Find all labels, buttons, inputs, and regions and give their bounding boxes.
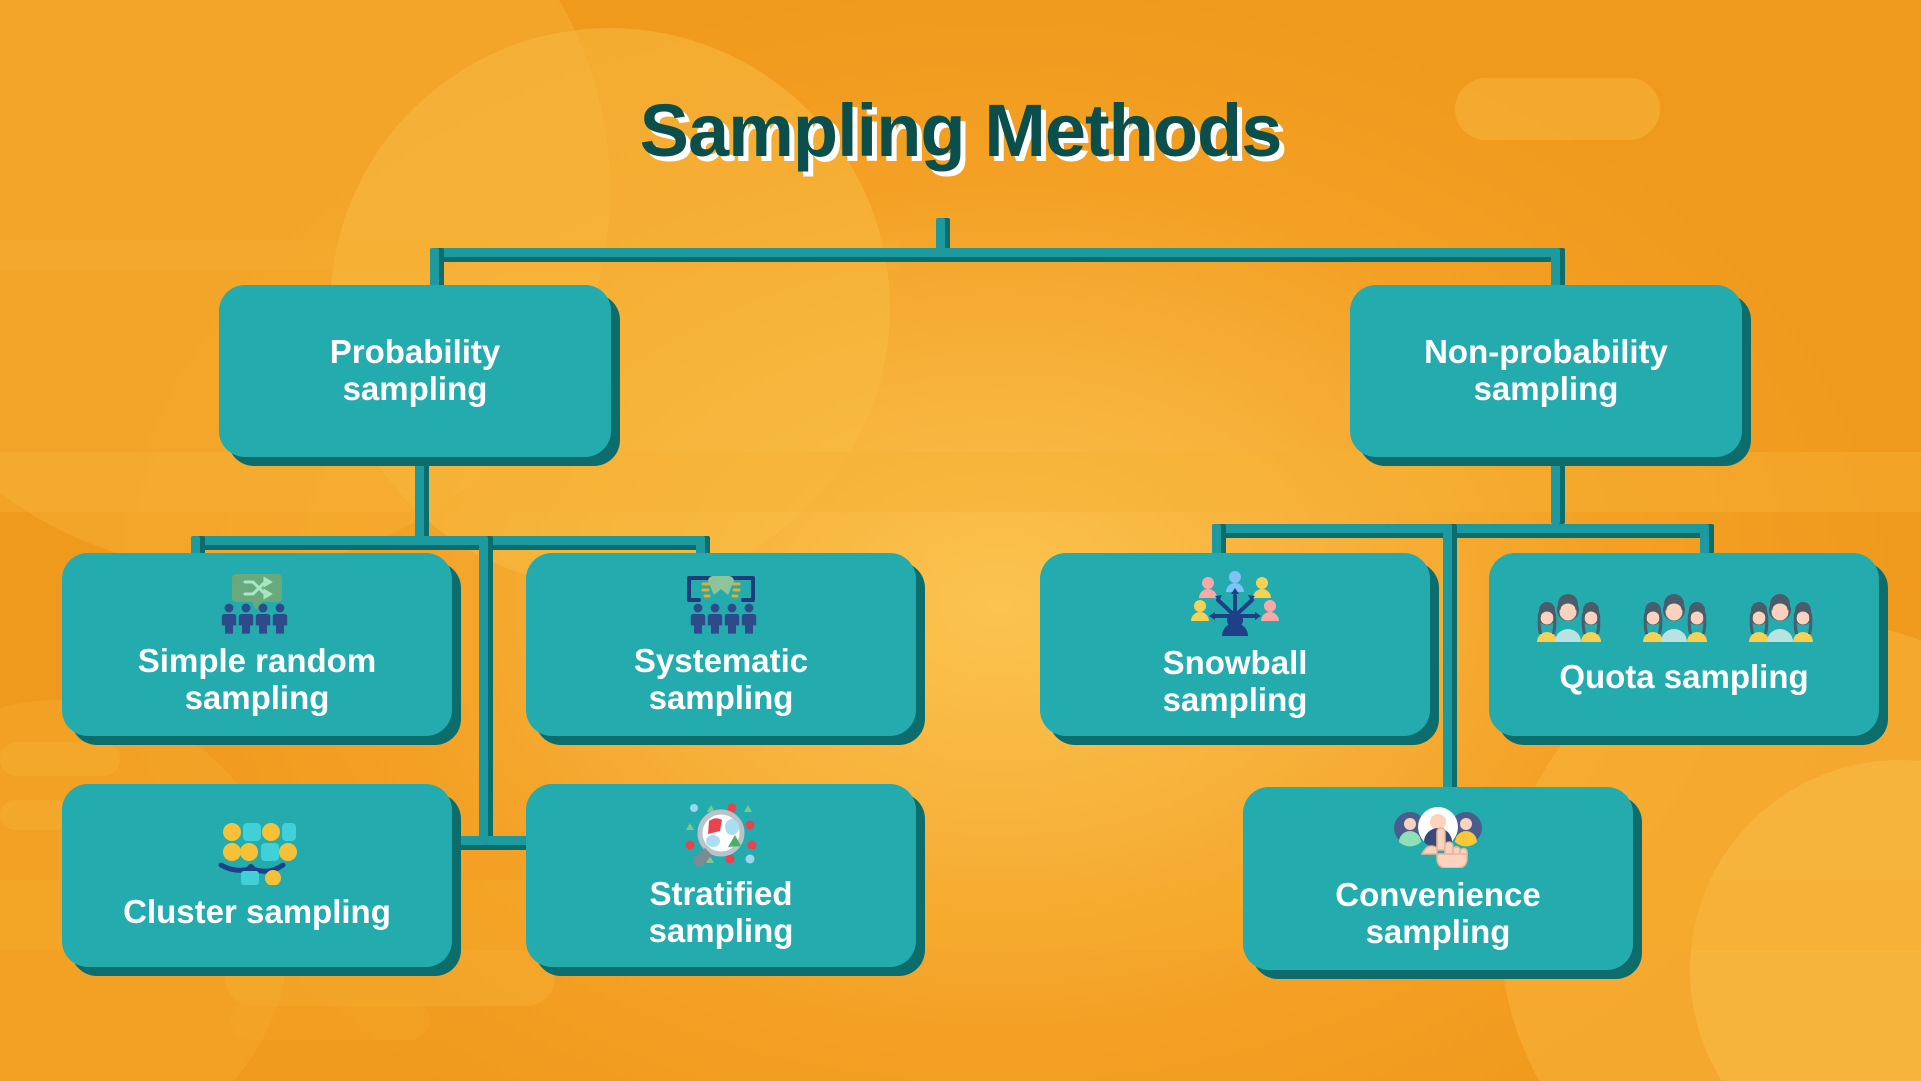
connector-probability-bar bbox=[191, 536, 705, 545]
node-label: Systematic sampling bbox=[633, 642, 809, 716]
node-stratified-sampling[interactable]: Stratified sampling bbox=[526, 784, 916, 967]
framed-people-icon bbox=[677, 572, 765, 639]
node-label: Simple random sampling bbox=[137, 642, 377, 716]
node-label: Quota sampling bbox=[1559, 657, 1809, 695]
node-content: Non-probability sampling bbox=[1350, 333, 1742, 408]
node-label: Probability sampling bbox=[329, 333, 501, 407]
grid-cluster-icon bbox=[216, 821, 298, 890]
node-label: Convenience sampling bbox=[1335, 876, 1541, 950]
diagram-canvas: Sampling Methods Probability sampling No… bbox=[0, 0, 1921, 1081]
node-convenience-sampling[interactable]: Convenience sampling bbox=[1243, 787, 1633, 970]
connector-probability-stem bbox=[415, 456, 424, 544]
node-quota-sampling[interactable]: Quota sampling bbox=[1489, 553, 1879, 736]
node-label: Snowball sampling bbox=[1162, 644, 1308, 718]
node-simple-random-sampling[interactable]: Simple random sampling bbox=[62, 553, 452, 736]
node-content: Stratified sampling bbox=[526, 801, 916, 950]
node-content: Quota sampling bbox=[1489, 593, 1879, 696]
node-cluster-sampling[interactable]: Cluster sampling bbox=[62, 784, 452, 967]
bg-pill-decoration bbox=[0, 742, 120, 776]
connector-nonprobability-to-quota bbox=[1700, 524, 1709, 554]
node-content: Probability sampling bbox=[219, 333, 611, 408]
connector-nonprobability-stem bbox=[1551, 456, 1560, 524]
node-label: Cluster sampling bbox=[123, 892, 391, 930]
node-content: Simple random sampling bbox=[62, 572, 452, 717]
three-groups-icon bbox=[1534, 593, 1834, 655]
connector-nonprobability-bar bbox=[1212, 524, 1709, 533]
hand-pick-icon bbox=[1392, 806, 1484, 873]
connector-probability-to-cluster bbox=[455, 836, 487, 845]
bg-band-decoration bbox=[0, 452, 1921, 512]
bg-pill-decoration bbox=[230, 1000, 430, 1040]
node-content: Systematic sampling bbox=[526, 572, 916, 717]
bg-pill-decoration bbox=[0, 800, 70, 830]
connector-root-to-probability bbox=[430, 248, 439, 290]
node-label: Non-probability sampling bbox=[1424, 333, 1668, 407]
node-systematic-sampling[interactable]: Systematic sampling bbox=[526, 553, 916, 736]
network-people-icon bbox=[1191, 570, 1279, 641]
connector-nonprobability-to-convenience bbox=[1443, 524, 1452, 788]
node-content: Cluster sampling bbox=[62, 821, 452, 931]
node-probability-sampling[interactable]: Probability sampling bbox=[219, 285, 611, 457]
node-content: Snowball sampling bbox=[1040, 570, 1430, 719]
shuffle-people-icon bbox=[218, 572, 296, 639]
node-label: Stratified sampling bbox=[648, 875, 794, 949]
node-non-probability-sampling[interactable]: Non-probability sampling bbox=[1350, 285, 1742, 457]
node-content: Convenience sampling bbox=[1243, 806, 1633, 951]
connector-probability-lower-stem bbox=[479, 536, 488, 843]
page-title: Sampling Methods bbox=[639, 89, 1283, 172]
connector-root-to-nonprobability bbox=[1551, 248, 1560, 290]
node-snowball-sampling[interactable]: Snowball sampling bbox=[1040, 553, 1430, 736]
connector-root-bar bbox=[430, 248, 1560, 257]
magnifier-icon bbox=[680, 801, 762, 872]
